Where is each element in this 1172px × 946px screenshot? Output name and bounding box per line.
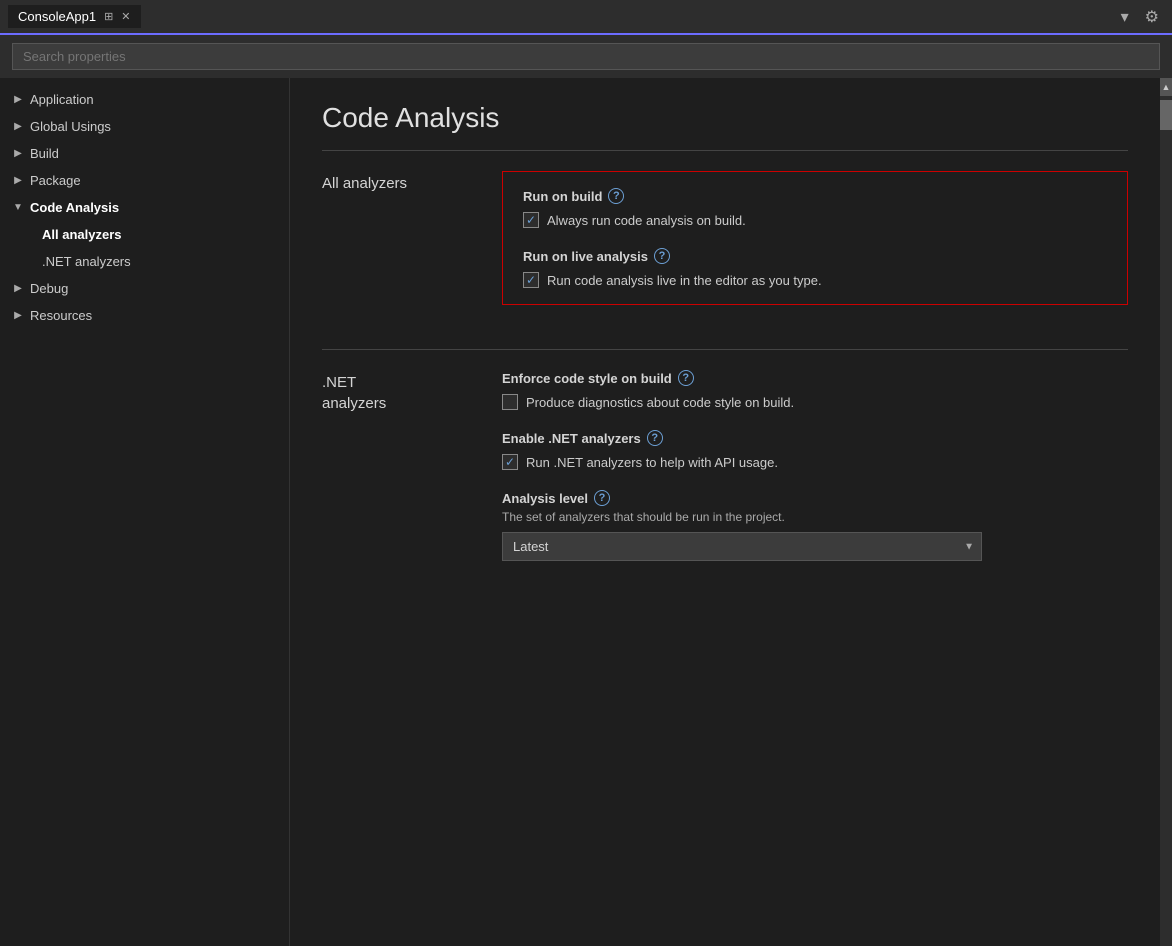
sidebar-item-resources[interactable]: ▶ Resources — [0, 302, 289, 329]
chevron-right-icon: ▶ — [12, 175, 24, 186]
run-on-live-help-icon[interactable]: ? — [654, 248, 670, 264]
page-title: Code Analysis — [322, 102, 1128, 134]
enable-net-analyzers-title: Enable .NET analyzers ? — [502, 430, 1128, 446]
analysis-level-group: Analysis level ? The set of analyzers th… — [502, 490, 1128, 561]
settings-icon[interactable]: ⚙ — [1140, 5, 1164, 29]
pin-icon[interactable]: ⊞ — [104, 10, 113, 23]
enforce-code-style-description: Produce diagnostics about code style on … — [526, 395, 794, 410]
run-on-live-label: Run on live analysis — [523, 249, 648, 264]
sidebar-item-all-analyzers[interactable]: All analyzers — [0, 221, 289, 248]
content-area: Code Analysis All analyzers Run on build… — [290, 78, 1160, 946]
search-input[interactable] — [12, 43, 1160, 70]
enforce-code-style-help-icon[interactable]: ? — [678, 370, 694, 386]
enforce-code-style-label: Enforce code style on build — [502, 371, 672, 386]
title-bar-controls: ▾ ⚙ — [1116, 5, 1164, 29]
run-on-live-checkbox-row: Run code analysis live in the editor as … — [523, 272, 1107, 288]
chevron-right-icon: ▶ — [12, 283, 24, 294]
sidebar-item-label: Debug — [30, 281, 68, 296]
sidebar-item-label: Application — [30, 92, 94, 107]
all-analyzers-section: All analyzers Run on build ? Always run … — [322, 171, 1128, 325]
analysis-level-select[interactable]: Latest Preview 5.0 6.0 7.0 8.0 — [502, 532, 982, 561]
sidebar-item-label: Package — [30, 173, 81, 188]
chevron-right-icon: ▶ — [12, 148, 24, 159]
chevron-right-icon: ▶ — [12, 310, 24, 321]
all-analyzers-content: Run on build ? Always run code analysis … — [502, 171, 1128, 325]
run-on-build-checkbox-row: Always run code analysis on build. — [523, 212, 1107, 228]
run-on-build-checkbox[interactable] — [523, 212, 539, 228]
run-on-build-label: Run on build — [523, 189, 602, 204]
run-on-build-title: Run on build ? — [523, 188, 1107, 204]
sidebar-item-package[interactable]: ▶ Package — [0, 167, 289, 194]
scroll-up-button[interactable]: ▲ — [1160, 78, 1172, 96]
analysis-level-title: Analysis level ? — [502, 490, 1128, 506]
main-layout: ▶ Application ▶ Global Usings ▶ Build ▶ … — [0, 78, 1172, 946]
dropdown-icon[interactable]: ▾ — [1116, 5, 1134, 29]
chevron-down-icon: ▼ — [12, 202, 24, 213]
divider-top — [322, 150, 1128, 151]
divider-middle — [322, 349, 1128, 350]
sidebar-item-build[interactable]: ▶ Build — [0, 140, 289, 167]
sidebar-child-label: .NET analyzers — [42, 254, 131, 269]
net-analyzers-section: .NET analyzers Enforce code style on bui… — [322, 370, 1128, 561]
sidebar-item-application[interactable]: ▶ Application — [0, 86, 289, 113]
run-on-build-help-icon[interactable]: ? — [608, 188, 624, 204]
sidebar-item-label: Build — [30, 146, 59, 161]
enable-net-analyzers-checkbox-row: Run .NET analyzers to help with API usag… — [502, 454, 1128, 470]
enable-net-analyzers-description: Run .NET analyzers to help with API usag… — [526, 455, 778, 470]
sidebar-item-code-analysis[interactable]: ▼ Code Analysis — [0, 194, 289, 221]
enforce-code-style-title: Enforce code style on build ? — [502, 370, 1128, 386]
enable-net-analyzers-label: Enable .NET analyzers — [502, 431, 641, 446]
enforce-code-style-checkbox-row: Produce diagnostics about code style on … — [502, 394, 1128, 410]
enforce-code-style-checkbox[interactable] — [502, 394, 518, 410]
chevron-right-icon: ▶ — [12, 94, 24, 105]
title-bar: ConsoleApp1 ⊞ ✕ ▾ ⚙ — [0, 0, 1172, 35]
analysis-level-select-wrapper: Latest Preview 5.0 6.0 7.0 8.0 ▼ — [502, 532, 982, 561]
sidebar-child-label: All analyzers — [42, 227, 122, 242]
run-on-build-description: Always run code analysis on build. — [547, 213, 746, 228]
run-on-live-group: Run on live analysis ? Run code analysis… — [523, 248, 1107, 288]
net-analyzers-label: .NET analyzers — [322, 370, 502, 561]
chevron-right-icon: ▶ — [12, 121, 24, 132]
run-on-build-group: Run on build ? Always run code analysis … — [523, 188, 1107, 228]
analysis-level-description: The set of analyzers that should be run … — [502, 510, 1128, 524]
run-on-live-checkbox[interactable] — [523, 272, 539, 288]
all-analyzers-label: All analyzers — [322, 171, 502, 325]
tab-name: ConsoleApp1 — [18, 9, 96, 24]
enable-net-analyzers-help-icon[interactable]: ? — [647, 430, 663, 446]
search-bar — [0, 35, 1172, 78]
title-tab[interactable]: ConsoleApp1 ⊞ ✕ — [8, 5, 141, 28]
sidebar-item-net-analyzers[interactable]: .NET analyzers — [0, 248, 289, 275]
enforce-code-style-group: Enforce code style on build ? Produce di… — [502, 370, 1128, 410]
analysis-level-help-icon[interactable]: ? — [594, 490, 610, 506]
run-on-live-description: Run code analysis live in the editor as … — [547, 273, 822, 288]
sidebar-item-label: Resources — [30, 308, 92, 323]
net-analyzers-content: Enforce code style on build ? Produce di… — [502, 370, 1128, 561]
close-tab-icon[interactable]: ✕ — [121, 10, 130, 23]
run-on-live-title: Run on live analysis ? — [523, 248, 1107, 264]
analyzers-box: Run on build ? Always run code analysis … — [502, 171, 1128, 305]
enable-net-analyzers-checkbox[interactable] — [502, 454, 518, 470]
sidebar-item-global-usings[interactable]: ▶ Global Usings — [0, 113, 289, 140]
enable-net-analyzers-group: Enable .NET analyzers ? Run .NET analyze… — [502, 430, 1128, 470]
sidebar-item-label: Global Usings — [30, 119, 111, 134]
scroll-thumb[interactable] — [1160, 100, 1172, 130]
sidebar-item-debug[interactable]: ▶ Debug — [0, 275, 289, 302]
sidebar-item-label: Code Analysis — [30, 200, 119, 215]
analysis-level-label-text: Analysis level — [502, 491, 588, 506]
scrollbar[interactable]: ▲ — [1160, 78, 1172, 946]
sidebar: ▶ Application ▶ Global Usings ▶ Build ▶ … — [0, 78, 290, 946]
